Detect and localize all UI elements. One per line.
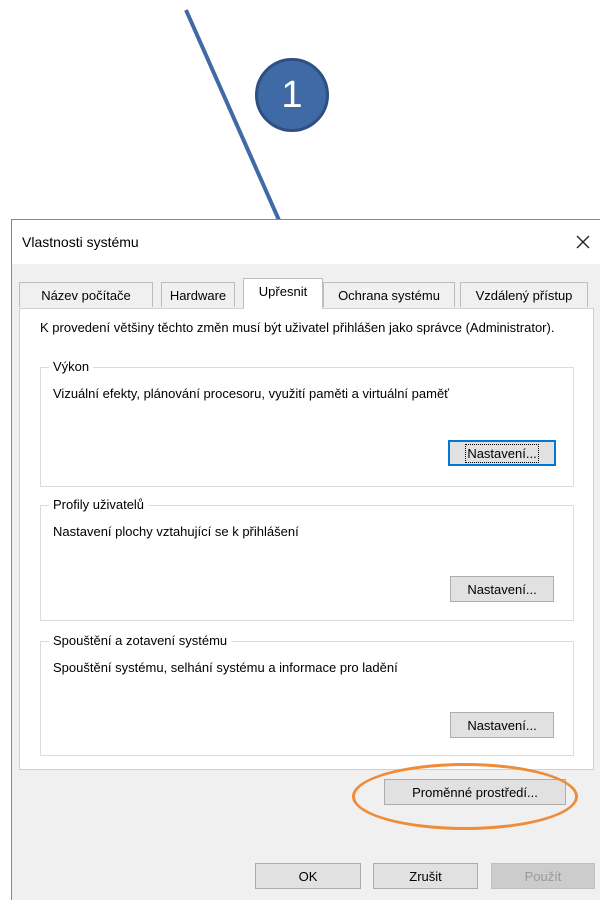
startup-recovery-group-label: Spouštění a zotavení systému bbox=[49, 633, 232, 648]
close-icon bbox=[576, 235, 590, 249]
performance-group: Výkon Vizuální efekty, plánování proceso… bbox=[40, 359, 574, 487]
tab-hardware[interactable]: Hardware bbox=[161, 282, 235, 307]
advanced-tab-panel: K provedení většiny těchto změn musí být… bbox=[19, 308, 594, 770]
tab-computer-name[interactable]: Název počítače bbox=[19, 282, 153, 307]
startup-recovery-settings-button[interactable]: Nastavení... bbox=[450, 712, 554, 738]
close-button[interactable] bbox=[565, 226, 600, 258]
performance-group-label: Výkon bbox=[49, 359, 94, 374]
tab-strip: Název počítače Hardware Upřesnit Ochrana… bbox=[19, 278, 594, 309]
dialog-title: Vlastnosti systému bbox=[22, 234, 139, 250]
user-profiles-description: Nastavení plochy vztahující se k přihláš… bbox=[53, 524, 299, 539]
admin-notice: K provedení většiny těchto změn musí být… bbox=[40, 320, 555, 335]
tab-advanced[interactable]: Upřesnit bbox=[243, 278, 323, 309]
user-profiles-group: Profily uživatelů Nastavení plochy vztah… bbox=[40, 497, 574, 621]
user-profiles-settings-button[interactable]: Nastavení... bbox=[450, 576, 554, 602]
tab-system-protection[interactable]: Ochrana systému bbox=[323, 282, 455, 307]
system-properties-dialog: Vlastnosti systému Název počítače Hardwa… bbox=[11, 219, 600, 900]
performance-description: Vizuální efekty, plánování procesoru, vy… bbox=[53, 386, 450, 401]
ok-button[interactable]: OK bbox=[255, 863, 361, 889]
step-number: 1 bbox=[281, 73, 303, 116]
startup-recovery-description: Spouštění systému, selhání systému a inf… bbox=[53, 660, 398, 675]
cancel-button[interactable]: Zrušit bbox=[373, 863, 478, 889]
user-profiles-group-label: Profily uživatelů bbox=[49, 497, 149, 512]
dialog-titlebar: Vlastnosti systému bbox=[12, 220, 600, 264]
performance-settings-button[interactable]: Nastavení... bbox=[448, 440, 556, 466]
tab-remote[interactable]: Vzdálený přístup bbox=[460, 282, 588, 307]
apply-button[interactable]: Použít bbox=[491, 863, 595, 889]
step-badge: 1 bbox=[255, 58, 329, 132]
environment-variables-button[interactable]: Proměnné prostředí... bbox=[384, 779, 566, 805]
startup-recovery-group: Spouštění a zotavení systému Spouštění s… bbox=[40, 633, 574, 756]
performance-settings-label: Nastavení... bbox=[465, 443, 539, 463]
